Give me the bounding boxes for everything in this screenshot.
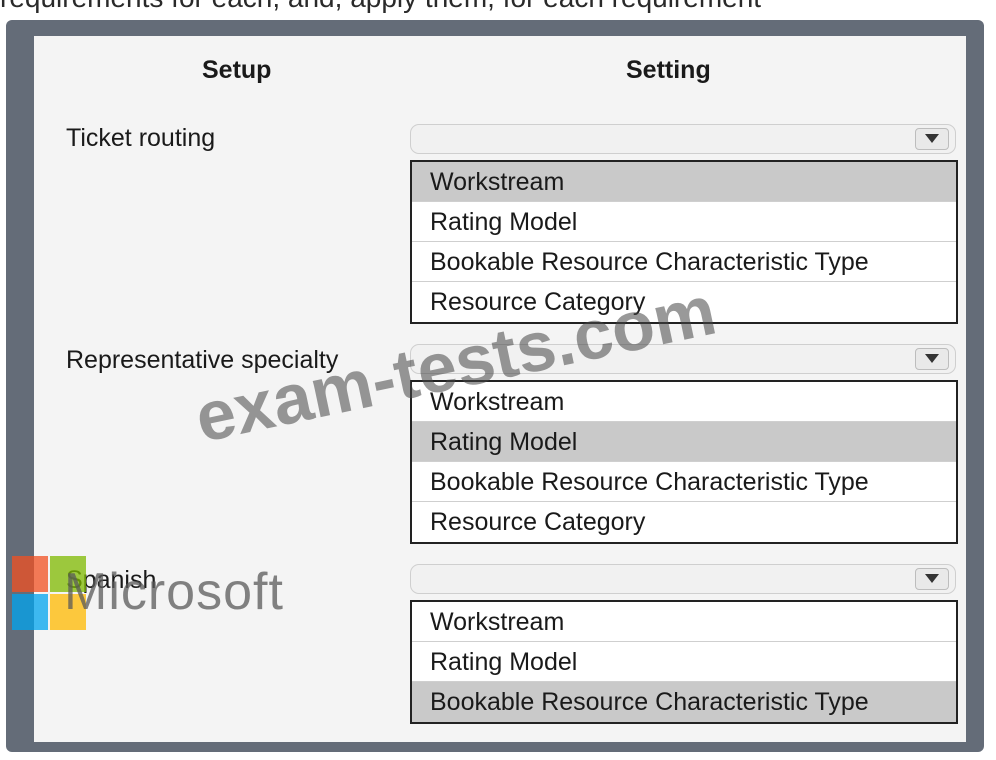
chevron-down-icon[interactable] (915, 128, 949, 150)
microsoft-watermark: Microsoft (64, 563, 284, 621)
top-cut-text: requirements for each, and, apply them, … (0, 0, 996, 18)
option-workstream[interactable]: Workstream (412, 162, 956, 202)
option-bookable-resource-characteristic-type[interactable]: Bookable Resource Characteristic Type (412, 462, 956, 502)
option-bookable-resource-characteristic-type[interactable]: Bookable Resource Characteristic Type (412, 242, 956, 282)
chevron-down-icon[interactable] (915, 348, 949, 370)
option-rating-model[interactable]: Rating Model (412, 642, 956, 682)
option-rating-model[interactable]: Rating Model (412, 202, 956, 242)
option-bookable-resource-characteristic-type[interactable]: Bookable Resource Characteristic Type (412, 682, 956, 722)
option-resource-category[interactable]: Resource Category (412, 502, 956, 542)
row-label-ticket-routing: Ticket routing (66, 124, 216, 152)
option-rating-model[interactable]: Rating Model (412, 422, 956, 462)
ticket-routing-select[interactable] (410, 124, 956, 154)
header-setting: Setting (626, 56, 711, 84)
row-label-representative-specialty: Representative specialty (66, 346, 339, 374)
option-workstream[interactable]: Workstream (412, 602, 956, 642)
spanish-select[interactable] (410, 564, 956, 594)
representative-specialty-options: Workstream Rating Model Bookable Resourc… (410, 380, 958, 544)
ticket-routing-options: Workstream Rating Model Bookable Resourc… (410, 160, 958, 324)
spanish-options: Workstream Rating Model Bookable Resourc… (410, 600, 958, 724)
representative-specialty-select[interactable] (410, 344, 956, 374)
option-resource-category[interactable]: Resource Category (412, 282, 956, 322)
chevron-down-icon[interactable] (915, 568, 949, 590)
header-setup: Setup (202, 56, 272, 84)
option-workstream[interactable]: Workstream (412, 382, 956, 422)
